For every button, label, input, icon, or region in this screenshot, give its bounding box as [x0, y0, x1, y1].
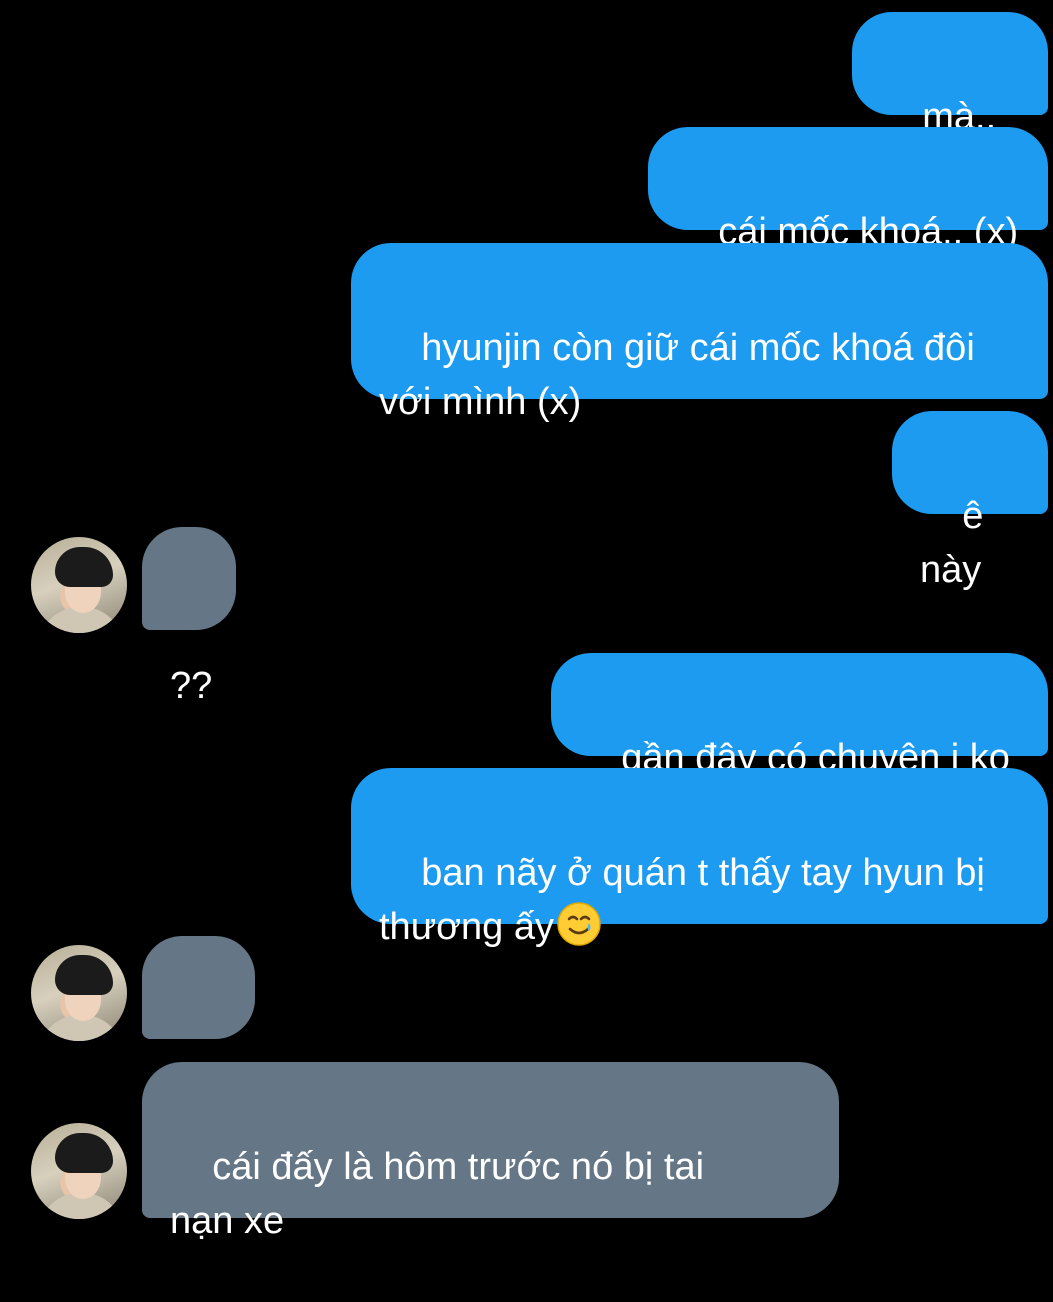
message-text: ?? [170, 665, 213, 707]
conversation-thread[interactable]: mà.. (x) cái mốc khoá.. (x) hyunjin còn … [0, 0, 1053, 1242]
smiling-face-with-tear-icon [557, 902, 601, 946]
avatar-hair [55, 955, 113, 995]
message-bubble-sent[interactable]: ban nãy ở quán t thấy tay hyun bị thương… [351, 768, 1048, 948]
avatar-hair [55, 547, 113, 587]
message-bubble-sent[interactable]: mà.. (x) [852, 12, 1048, 192]
message-bubble-received[interactable]: cái đấy là hôm trước nó bị tai nạn xe [142, 1062, 839, 1242]
message-bubble-sent[interactable]: ê này [892, 411, 1048, 591]
message-text: hyunjin còn giữ cái mốc khoá đôi với mìn… [379, 327, 975, 423]
message-bubble-sent[interactable]: hyunjin còn giữ cái mốc khoá đôi với mìn… [351, 243, 1048, 423]
message-text: ban nãy ở quán t thấy tay hyun bị thương… [379, 852, 985, 948]
contact-avatar[interactable] [31, 537, 127, 633]
message-bubble-sent[interactable]: cái mốc khoá.. (x) [648, 127, 1048, 253]
contact-avatar[interactable] [31, 945, 127, 1041]
contact-avatar[interactable] [31, 1123, 127, 1219]
message-text: cái đấy là hôm trước nó bị tai nạn xe [170, 1146, 705, 1242]
message-text: ê này [920, 495, 994, 591]
message-bubble-sent[interactable]: gần đây có chuyện j ko [551, 653, 1048, 779]
avatar-hair [55, 1133, 113, 1173]
message-bubble-received[interactable]: ?? [142, 527, 236, 707]
message-bubble-received[interactable]: à à [142, 936, 255, 1116]
